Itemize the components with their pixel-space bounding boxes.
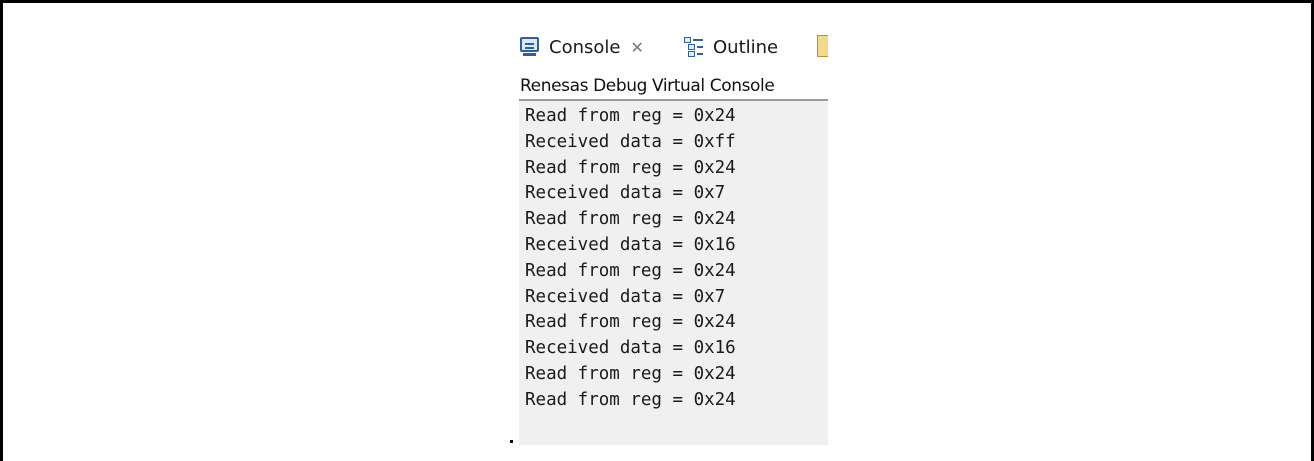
console-title: Renesas Debug Virtual Console — [519, 74, 828, 101]
console-line: Read from reg = 0x24 — [525, 260, 736, 281]
view-tab-bar: Console ✕ Outline — [519, 20, 828, 74]
tab-outline-label: Outline — [713, 36, 779, 58]
tab-console-label: Console — [549, 36, 621, 58]
console-line: Received data = 0x7 — [525, 286, 726, 307]
console-line: Read from reg = 0x24 — [525, 312, 736, 333]
console-output: Read from reg = 0x24 Received data = 0xff… — [525, 104, 825, 414]
outline-icon — [683, 36, 705, 58]
console-line: Read from reg = 0x24 — [525, 106, 736, 126]
tab-outline[interactable]: Outline — [683, 30, 778, 64]
console-line: Read from reg = 0x24 — [525, 209, 736, 230]
console-line: Read from reg = 0x24 — [525, 389, 736, 410]
close-icon[interactable]: ✕ — [630, 38, 643, 57]
tab-console[interactable]: Console ✕ — [519, 30, 679, 64]
console-line: Received data = 0xff — [525, 131, 736, 152]
console-line: Received data = 0x16 — [525, 234, 736, 255]
stray-dot — [510, 440, 513, 443]
console-icon — [519, 36, 541, 58]
console-line: Read from reg = 0x24 — [525, 363, 736, 384]
console-line: Read from reg = 0x24 — [525, 157, 736, 178]
overflow-tab-icon[interactable] — [817, 35, 828, 57]
console-view: Console ✕ Outline Renesas Debug Virtual … — [519, 20, 828, 445]
console-line: Received data = 0x16 — [525, 338, 736, 359]
console-line: Received data = 0x7 — [525, 183, 726, 204]
